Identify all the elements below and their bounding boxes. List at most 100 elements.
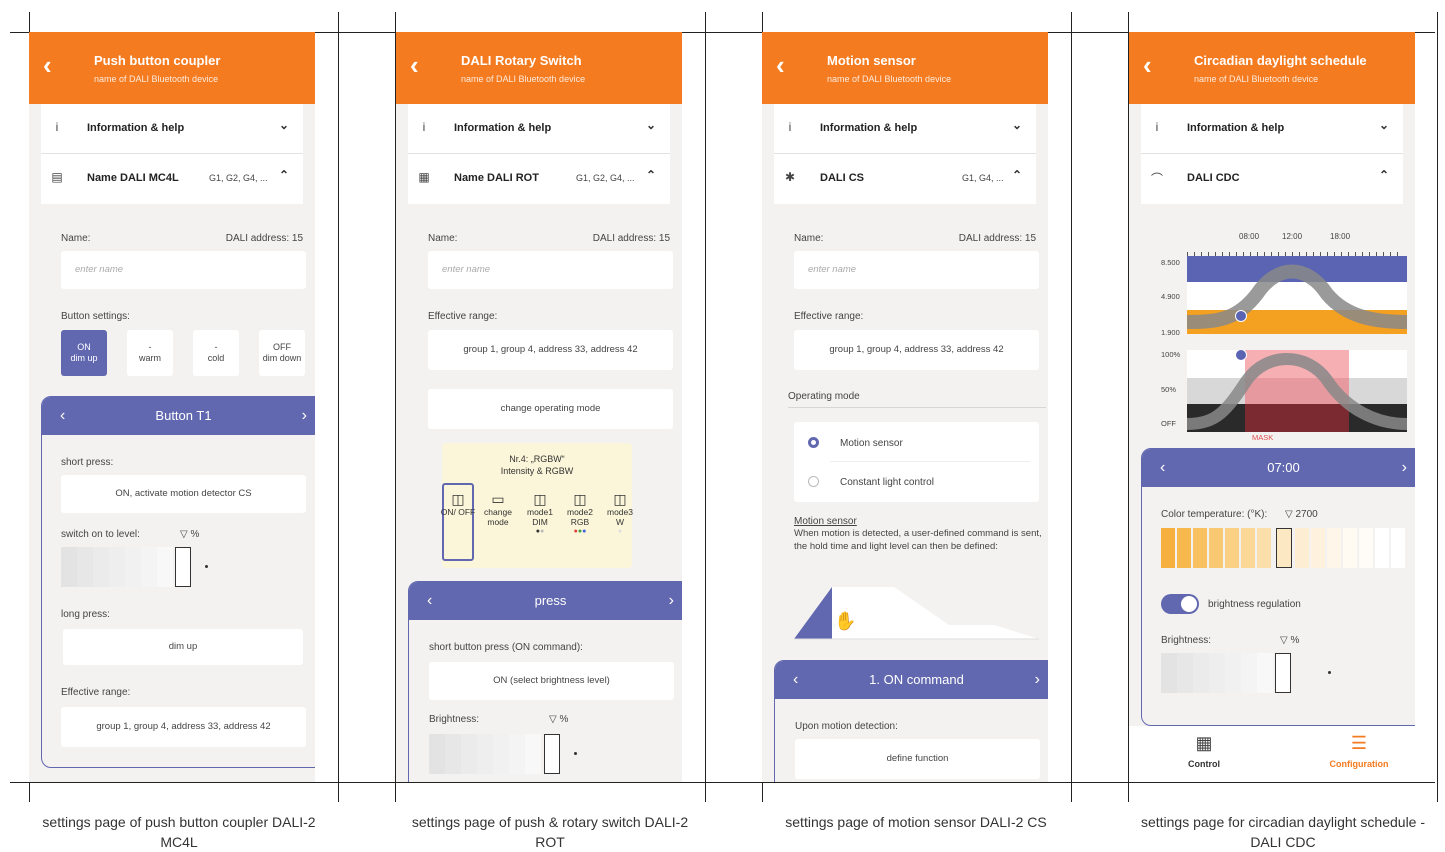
button-cold[interactable]: - cold [193, 330, 239, 376]
name-input[interactable]: enter name [428, 251, 673, 289]
info-help-row[interactable]: i Information & help ⌄ [41, 104, 303, 154]
card-title: 1. ON command [869, 672, 964, 687]
back-arrow-icon[interactable]: ‹ [1143, 52, 1152, 78]
time-axis: 08:00 12:00 18:00 [1187, 232, 1407, 256]
info-help-label: Information & help [1187, 122, 1285, 134]
info-help-row[interactable]: i Information & help ⌄ [408, 104, 670, 154]
tick-label: 12:00 [1282, 232, 1303, 241]
name-label: Name: [428, 233, 458, 244]
short-press-field[interactable]: ON (select brightness level) [429, 662, 674, 700]
define-function-button[interactable]: define function [795, 739, 1040, 779]
header-title: Motion sensor [827, 53, 916, 68]
next-arrow-icon[interactable]: › [669, 582, 674, 620]
range-field[interactable]: group 1, group 4, address 33, address 42 [794, 330, 1039, 370]
header-title: DALI Rotary Switch [461, 53, 582, 68]
device-row[interactable]: ⌒ DALI CDC ⌃ [1141, 154, 1403, 204]
svg-text:✋: ✋ [834, 610, 856, 632]
grid-icon: ▦ [1195, 733, 1213, 753]
back-arrow-icon[interactable]: ‹ [43, 52, 52, 78]
button-on-dim-up[interactable]: ON dim up [61, 330, 107, 376]
slider-thumb[interactable] [175, 547, 191, 587]
slider-thumb[interactable] [544, 734, 560, 774]
card-title: press [534, 593, 567, 608]
color-temperature-chart[interactable] [1187, 256, 1407, 336]
divider [788, 407, 1046, 408]
info-help-label: Information & help [454, 122, 552, 134]
long-press-field[interactable]: dim up [63, 629, 303, 665]
short-press-field[interactable]: ON, activate motion detector CS [61, 475, 306, 513]
range-field[interactable]: group 1, group 4, address 33, address 42 [428, 330, 673, 370]
knob-icon: ▭ [491, 491, 505, 507]
nav-configuration-label: Configuration [1329, 759, 1389, 769]
mode3-w[interactable]: ◫ mode3 W ● [602, 491, 638, 537]
option-constant-light[interactable]: Constant light control [840, 477, 934, 488]
slider-thumb[interactable] [1275, 653, 1291, 693]
dali-address: DALI address: 15 [225, 233, 303, 244]
device-row[interactable]: ▤ Name DALI MC4L G1, G2, G4, ... ⌃ [41, 154, 303, 204]
level-unit: ▽ % [549, 714, 569, 725]
mode2-rgb[interactable]: ◫ mode2 RGB ●●● [562, 491, 598, 537]
caption-motion-sensor: settings page of motion sensor DALI-2 CS [785, 814, 1047, 830]
long-press-label: long press: [61, 609, 110, 620]
crop-line-bottom [10, 782, 1435, 783]
device-name: Name DALI MC4L [87, 172, 179, 184]
button-warm[interactable]: - warm [127, 330, 173, 376]
nav-control[interactable]: ▦ Control [1169, 732, 1239, 772]
radio-motion-sensor[interactable] [808, 437, 819, 448]
device-row[interactable]: ✱ DALI CS G1, G4, ... ⌃ [774, 154, 1036, 204]
app-header: ‹ Circadian daylight schedule name of DA… [1129, 32, 1415, 104]
color-temp-value: ▽ 2700 [1285, 509, 1318, 520]
mode-on-off[interactable]: ◫ ON/ OFF [440, 491, 476, 517]
slider-thumb[interactable] [1276, 528, 1292, 568]
chevron-down-icon: ⌄ [1011, 118, 1022, 132]
next-arrow-icon[interactable]: › [1035, 661, 1040, 699]
prev-arrow-icon[interactable]: ‹ [427, 582, 432, 620]
name-label: Name: [61, 233, 91, 244]
option-motion-sensor[interactable]: Motion sensor [840, 438, 903, 449]
knob-icon: ◫ [613, 491, 627, 507]
chevron-down-icon: ⌄ [645, 118, 656, 132]
knob-icon: ◫ [451, 491, 465, 507]
prev-arrow-icon[interactable]: ‹ [1160, 449, 1165, 487]
button-off-dim-down[interactable]: OFF dim down [259, 330, 305, 376]
info-help-label: Information & help [820, 122, 918, 134]
next-arrow-icon[interactable]: › [1402, 449, 1407, 487]
short-press-label: short button press (ON command): [429, 642, 583, 653]
range-label: Effective range: [794, 311, 864, 322]
coupler-icon: ▤ [51, 170, 63, 184]
name-input[interactable]: enter name [794, 251, 1039, 289]
back-arrow-icon[interactable]: ‹ [776, 52, 785, 78]
color-temp-label: Color temperature: (°K): [1161, 509, 1268, 520]
nav-configuration[interactable]: ☰ Configuration [1319, 732, 1399, 772]
range-field[interactable]: group 1, group 4, address 33, address 42 [61, 707, 306, 747]
daylight-arc-icon: ⌒ [1150, 172, 1163, 186]
brightness-chart[interactable] [1187, 350, 1407, 432]
radio-constant-light[interactable] [808, 476, 819, 487]
info-icon: i [1155, 120, 1159, 134]
brightness-regulation-toggle[interactable] [1161, 594, 1199, 614]
range-label: Effective range: [428, 311, 498, 322]
bottom-nav: ▦ Control ☰ Configuration [1129, 726, 1415, 782]
next-arrow-icon[interactable]: › [302, 397, 307, 435]
range-label: Effective range: [61, 687, 131, 698]
rotary-switch-icon: ▦ [418, 170, 430, 184]
device-groups: G1, G2, G4, ... [209, 173, 268, 183]
back-arrow-icon[interactable]: ‹ [410, 52, 419, 78]
change-mode-button[interactable]: change operating mode [428, 389, 673, 429]
operating-mode-label: Operating mode [788, 391, 860, 402]
prev-arrow-icon[interactable]: ‹ [60, 397, 65, 435]
mode-change[interactable]: ▭ change mode [480, 491, 516, 527]
mode1-dim[interactable]: ◫ mode1 DIM ●● [522, 491, 558, 537]
phone-screen-motion-sensor: ‹ Motion sensor name of DALI Bluetooth d… [762, 32, 1048, 782]
info-icon: i [422, 120, 426, 134]
name-input[interactable]: enter name [61, 251, 306, 289]
prev-arrow-icon[interactable]: ‹ [793, 661, 798, 699]
mode-panel: Nr.4: „RGBW“ Intensity & RGBW ◫ ON/ OFF ▭… [440, 443, 633, 568]
info-help-row[interactable]: i Information & help ⌄ [1141, 104, 1403, 154]
axis-label-50: 50% [1161, 385, 1177, 394]
brightness-label: Brightness: [1161, 635, 1212, 646]
device-row[interactable]: ▦ Name DALI ROT G1, G2, G4, ... ⌃ [408, 154, 670, 204]
info-help-row[interactable]: i Information & help ⌄ [774, 104, 1036, 154]
crop-line-v [338, 12, 339, 802]
device-name: DALI CDC [1187, 172, 1240, 184]
